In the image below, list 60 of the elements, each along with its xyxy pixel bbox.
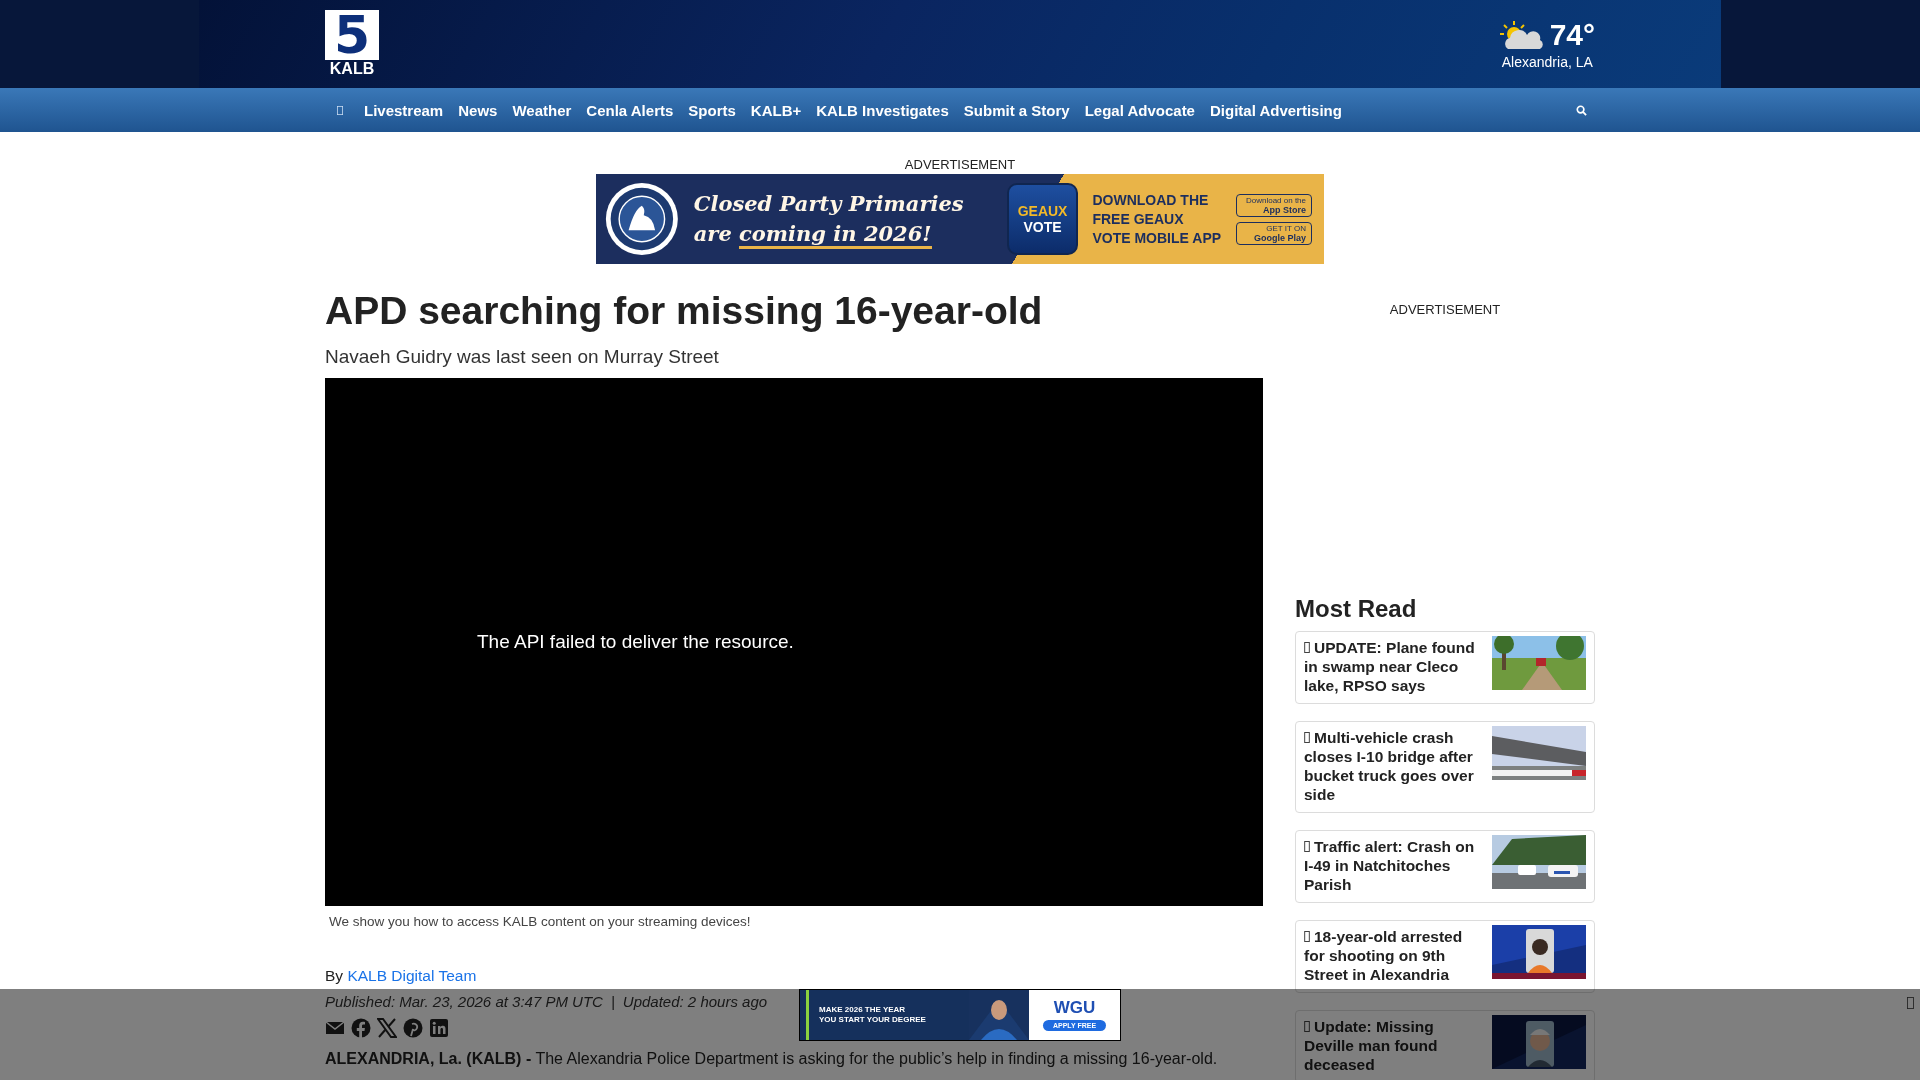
ad-banner[interactable]: Closed Party Primaries are coming in 2026! GEAUX VOTE DOWNLOAD THE FREE GEAUX VOTE MOBILE APP Download on the App Store GET IT ON Google Play <box>596 174 1324 264</box>
nav-link[interactable]: News <box>458 101 498 119</box>
article-paragraph: ALEXANDRIA, La. (KALB) - The Alexandria Police Department is asking for the public’s help in finding a missing 16-year-old. <box>325 1050 1219 1068</box>
error-message: The API failed to deliver the resource. <box>477 631 794 653</box>
app-icon: GEAUX VOTE <box>1006 183 1079 255</box>
nav-link[interactable]: Legal Advocate <box>1084 101 1195 119</box>
ad-text: YOU START YOUR DEGREE <box>819 1015 927 1025</box>
story-headline[interactable]: Update: Missing Deville man found deceased <box>1304 1017 1486 1074</box>
home-icon[interactable] <box>337 104 343 116</box>
ad-label: ADVERTISEMENT <box>1388 302 1502 317</box>
nav-link[interactable]: KALB Investigates <box>816 101 949 119</box>
story-icon <box>1304 1021 1310 1032</box>
video-caption: We show you how to access KALB content on your streaming devices! <box>329 914 752 929</box>
nav-link[interactable]: Weather <box>512 101 572 119</box>
story-headline[interactable]: Multi-vehicle crash closes I-10 bridge after bucket truck goes over side <box>1304 728 1486 804</box>
nav-link[interactable]: Digital Advertising <box>1209 101 1342 119</box>
author-link[interactable]: KALB Digital Team <box>347 967 477 984</box>
story-card[interactable]: UPDATE: Plane found in swamp near Cleco lake, RPSO says <box>1295 631 1595 704</box>
story-headline[interactable]: 18-year-old arrested for shooting on 9th Street in Alexandria <box>1304 927 1486 984</box>
ad-label: ADVERTISEMENT <box>904 157 1016 172</box>
story-icon <box>1304 841 1310 852</box>
state-seal-icon <box>604 181 680 257</box>
story-card[interactable]: 18-year-old arrested for shooting on 9th Street in Alexandria <box>1295 920 1595 993</box>
article-subtitle: Navaeh Guidry was last seen on Murray Street <box>325 346 720 368</box>
story-headline[interactable]: Traffic alert: Crash on I-49 in Natchitoches Parish <box>1304 837 1486 894</box>
ad-text: MAKE 2026 THE YEAR <box>819 1005 907 1015</box>
story-card[interactable]: Update: Missing Deville man found deceased <box>1295 1010 1595 1080</box>
story-headline[interactable]: UPDATE: Plane found in swamp near Cleco lake, RPSO says <box>1304 638 1486 695</box>
ad-headline: are coming in 2026! <box>693 219 993 249</box>
updated-time: Updated: 2 hours ago <box>622 993 768 1010</box>
article-title: APD searching for missing 16-year-old <box>325 288 1044 334</box>
story-icon <box>1304 732 1310 743</box>
nav-link[interactable]: Cenla Alerts <box>586 101 674 119</box>
story-icon <box>1304 642 1310 653</box>
story-card[interactable]: Traffic alert: Crash on I-49 in Natchitoches Parish <box>1295 830 1595 903</box>
nav-link[interactable]: Submit a Story <box>963 101 1070 119</box>
separator: | <box>610 993 615 1010</box>
location-label: Alexandria, LA <box>1501 54 1593 70</box>
ad-headline: Closed Party Primaries <box>693 190 965 218</box>
x-icon[interactable] <box>377 1018 397 1038</box>
facebook-icon[interactable] <box>351 1018 371 1038</box>
story-card[interactable]: Multi-vehicle crash closes I-10 bridge after bucket truck goes over side <box>1295 721 1595 813</box>
ad-call-to-action: DOWNLOAD THE FREE GEAUX VOTE MOBILE APP <box>1092 190 1222 248</box>
byline-label: By <box>325 967 344 984</box>
nav-link[interactable]: Sports <box>688 101 736 119</box>
partly-cloudy-icon <box>1499 19 1544 51</box>
search-icon[interactable] <box>1576 104 1587 116</box>
pinterest-icon[interactable] <box>403 1018 423 1038</box>
nav-link[interactable]: KALB+ <box>750 101 802 119</box>
linkedin-icon[interactable] <box>429 1018 449 1038</box>
published-date: Published: Mar. 23, 2026 at 3:47 PM UTC <box>325 993 603 1010</box>
brand-logo: WGU <box>1053 999 1096 1017</box>
video-player[interactable]: The API failed to deliver the resource. <box>325 378 1263 906</box>
store-badge[interactable]: GET IT ON Google Play <box>1236 221 1312 245</box>
store-badge[interactable]: Download on the App Store <box>1236 193 1312 217</box>
close-icon[interactable] <box>1907 997 1914 1009</box>
nav-link[interactable]: Livestream <box>364 101 444 119</box>
temperature: 74° <box>1549 18 1595 52</box>
story-icon <box>1304 931 1310 942</box>
section-heading: Most Read <box>1295 595 1418 623</box>
